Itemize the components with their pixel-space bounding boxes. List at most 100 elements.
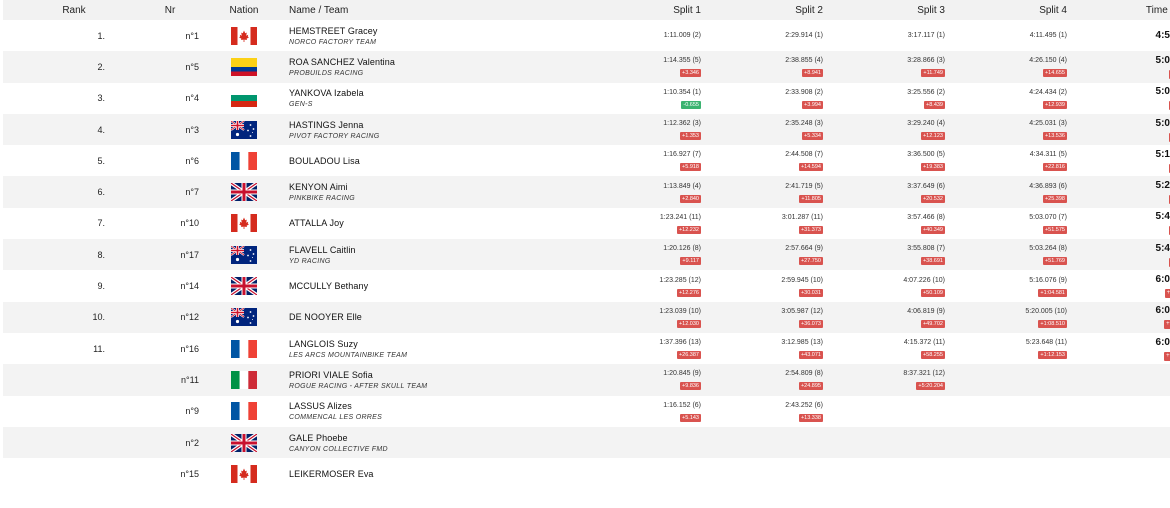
- split-1-gap-badge: +9.117: [680, 257, 701, 266]
- split-4-cell: 5:23.648 (11) +1:12.153: [945, 333, 1067, 364]
- split-2-time: 2:59.945 (10): [781, 276, 823, 284]
- final-time: 5:07.447: [1155, 54, 1170, 66]
- table-row[interactable]: 9. n°14 MCCULLY Bethany 1:23.285 (12) +12.27…: [3, 270, 1170, 301]
- rank: 2.: [97, 61, 105, 72]
- rider-name[interactable]: MCCULLY Bethany: [289, 281, 579, 291]
- split-2-time: 2:57.664 (9): [785, 245, 823, 253]
- team-name: PINKBIKE RACING: [289, 195, 355, 203]
- split-3-time: 3:25.556 (2): [907, 88, 945, 96]
- header-split-2[interactable]: Split 2: [701, 0, 823, 20]
- header-split-1[interactable]: Split 1: [579, 0, 701, 20]
- rank: 1.: [97, 30, 105, 41]
- header-split-4[interactable]: Split 4: [945, 0, 1067, 20]
- header-name-team[interactable]: Name / Team: [289, 0, 579, 20]
- rider-name[interactable]: BOULADOU Lisa: [289, 156, 579, 166]
- nation-cell: [199, 458, 289, 489]
- nation-cell: [199, 302, 289, 333]
- split-3-gap-badge: +12.123: [920, 132, 945, 141]
- table-row[interactable]: 3. n°4 YANKOVA Izabela GEN-S 1:10.354 (1) -0.…: [3, 83, 1170, 114]
- header-split-3[interactable]: Split 3: [823, 0, 945, 20]
- split-1-time: 1:23.285 (12): [659, 276, 701, 284]
- split-3-gap-badge: +49.702: [920, 319, 945, 328]
- split-1-cell: 1:23.039 (10) +12.030: [579, 302, 701, 333]
- split-2-cell: 2:57.664 (9) +27.750: [701, 239, 823, 270]
- france-flag: [231, 339, 257, 358]
- rider-name[interactable]: ROA SANCHEZ Valentina: [289, 57, 579, 67]
- split-4-time: 4:34.311 (5): [1029, 151, 1067, 159]
- split-2-cell: 2:38.855 (4) +8.941: [701, 51, 823, 82]
- name-team-cell: FLAVELL Caitlin YD RACING: [289, 239, 579, 270]
- rider-name[interactable]: HASTINGS Jenna: [289, 120, 579, 130]
- time-gap-cell: 4:51.202: [1067, 20, 1170, 51]
- header-rank[interactable]: Rank: [3, 0, 105, 20]
- rider-name[interactable]: PRIORI VIALE Sofia: [289, 370, 579, 380]
- rank-cell: [3, 396, 105, 427]
- split-3-cell: 8:37.321 (12) +5:20.204: [823, 364, 945, 395]
- table-row[interactable]: 1. n°1 HEMSTREET Gracey NORCO FACTORY TEAM 1…: [3, 20, 1170, 51]
- table-row[interactable]: n°15 LEIKERMOSER Eva DNS: [3, 458, 1170, 489]
- header-nr[interactable]: Nr: [105, 0, 199, 20]
- split-3-gap-badge: +11.749: [921, 69, 945, 78]
- rider-name[interactable]: YANKOVA Izabela: [289, 88, 579, 98]
- rider-name[interactable]: DE NOOYER Elle: [289, 312, 579, 322]
- rider-name[interactable]: LANGLOIS Suzy: [289, 339, 579, 349]
- time-gap-cell: 5:49.158+57.956: [1067, 239, 1170, 270]
- split-3-time: 3:37.649 (6): [907, 182, 945, 190]
- final-gap-badge: +1:18.684: [1164, 351, 1170, 361]
- rider-name[interactable]: ATTALLA Joy: [289, 218, 579, 228]
- split-4-time: 4:24.434 (2): [1029, 88, 1067, 96]
- uk-flag: [231, 433, 257, 452]
- table-row[interactable]: 7. n°10 ATTALLA Joy 1:23.241 (11) +12.232 3:0…: [3, 208, 1170, 239]
- split-1-time: 1:14.355 (5): [663, 57, 701, 65]
- table-row[interactable]: 5. n°6 BOULADOU Lisa 1:16.927 (7) +5.918 2:44…: [3, 145, 1170, 176]
- split-2-gap-badge: +36.073: [798, 319, 823, 328]
- table-row[interactable]: n°9 LASSUS Alizes COMMENCAL LES ORRES 1:16.…: [3, 396, 1170, 427]
- split-4-time: 5:20.005 (10): [1025, 307, 1067, 315]
- split-4-time: 5:03.264 (8): [1029, 245, 1067, 253]
- nation-cell: [199, 83, 289, 114]
- nation-cell: [199, 270, 289, 301]
- final-gap-badge: +1:16.041: [1164, 320, 1170, 330]
- table-row[interactable]: 8. n°17 FLAVELL Caitlin YD RACING 1:20.126 (…: [3, 239, 1170, 271]
- rank: 10.: [92, 312, 105, 323]
- time-gap-cell: 5:07.447+16.245: [1067, 51, 1170, 82]
- header-nation[interactable]: Nation: [199, 0, 289, 20]
- time-gap-cell: DNF: [1067, 396, 1170, 427]
- rider-name[interactable]: HEMSTREET Gracey: [289, 26, 579, 36]
- split-2-time: 2:29.914 (1): [785, 31, 823, 39]
- table-row[interactable]: n°11 PRIORI VIALE Sofia ROGUE RACING - AFT…: [3, 364, 1170, 396]
- split-3-cell: [823, 427, 945, 458]
- table-row[interactable]: 6. n°7 KENYON Aimi PINKBIKE RACING 1:13.849 …: [3, 176, 1170, 208]
- name-team-cell: ROA SANCHEZ Valentina PROBUILDS RACING: [289, 51, 579, 82]
- rider-name[interactable]: KENYON Aimi: [289, 182, 579, 192]
- table-row[interactable]: n°2 GALE Phoebe CANYON COLLECTIVE FMD DNF: [3, 426, 1170, 459]
- split-4-cell: [945, 458, 1067, 489]
- split-4-cell: [945, 427, 1067, 458]
- table-row[interactable]: 4. n°3 HASTINGS Jenna PIVOT FACTORY RACING 1…: [3, 113, 1170, 146]
- name-team-cell: MCCULLY Bethany: [289, 270, 579, 301]
- header-time-gap[interactable]: Time / Gap: [1067, 0, 1170, 20]
- table-row[interactable]: 11. n°16 LANGLOIS Suzy LES ARCS MOUNTAINBIK…: [3, 333, 1170, 364]
- rider-name[interactable]: GALE Phoebe: [289, 433, 579, 443]
- split-1-gap-badge: -0.655: [681, 100, 701, 109]
- split-3-time: 3:29.240 (4): [907, 120, 945, 128]
- final-time: 6:09.886: [1155, 336, 1170, 348]
- rider-name[interactable]: LASSUS Alizes: [289, 401, 579, 411]
- team-name: CANYON COLLECTIVE FMD: [289, 445, 388, 453]
- team-name: PIVOT FACTORY RACING: [289, 132, 380, 140]
- split-1-cell: [579, 458, 701, 489]
- split-1-time: 1:20.845 (9): [663, 370, 701, 378]
- split-1-gap-badge: +26.387: [676, 351, 701, 360]
- split-4-gap-badge: +12.939: [1042, 100, 1067, 109]
- final-time: 4:51.202: [1155, 29, 1170, 41]
- rider-name[interactable]: FLAVELL Caitlin: [289, 245, 579, 255]
- split-1-cell: [579, 427, 701, 458]
- bib-number: n°15: [180, 468, 199, 479]
- split-1-time: 1:13.849 (4): [663, 182, 701, 190]
- rider-name[interactable]: LEIKERMOSER Eva: [289, 469, 579, 479]
- table-row[interactable]: 10. n°12 DE NOOYER Elle 1:23.039 (10) +12.03…: [3, 301, 1170, 333]
- table-row[interactable]: 2. n°5 ROA SANCHEZ Valentina PROBUILDS RACI…: [3, 51, 1170, 83]
- split-4-cell: 4:36.893 (6) +25.398: [945, 176, 1067, 207]
- split-3-time: 4:15.372 (11): [903, 339, 945, 347]
- rank: 8.: [97, 249, 105, 260]
